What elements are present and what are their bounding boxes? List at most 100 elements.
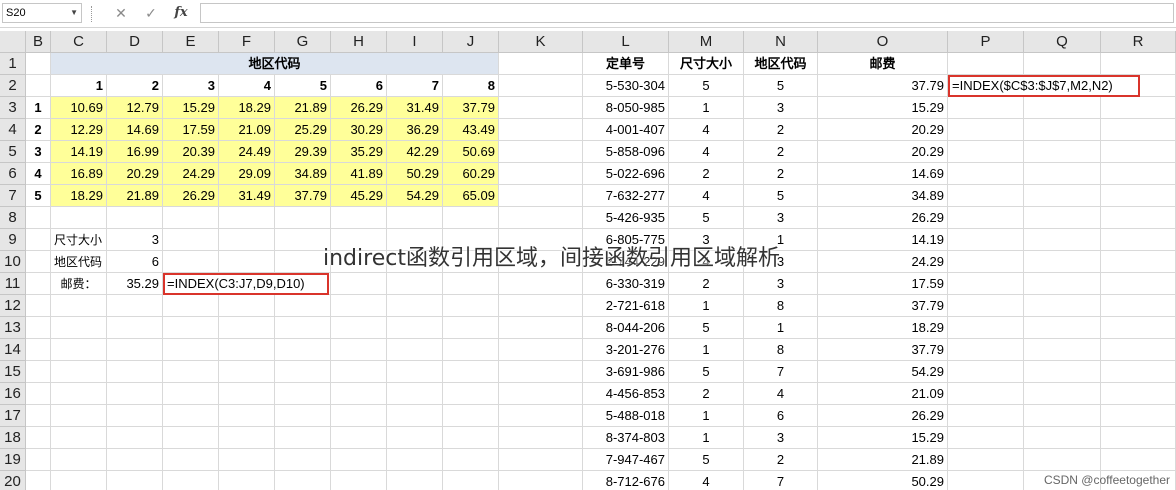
row-header-19[interactable]: 19	[0, 449, 26, 471]
cell[interactable]	[1024, 427, 1101, 449]
cell[interactable]	[1024, 361, 1101, 383]
cell[interactable]	[443, 317, 499, 339]
rate-cell[interactable]: 30.29	[331, 119, 387, 141]
cell[interactable]	[26, 427, 51, 449]
cell[interactable]	[1024, 229, 1101, 251]
order-size[interactable]: 4	[669, 119, 744, 141]
cell[interactable]	[331, 317, 387, 339]
cell[interactable]	[1024, 119, 1101, 141]
cell[interactable]	[948, 97, 1024, 119]
order-size[interactable]: 5	[669, 361, 744, 383]
cell[interactable]	[331, 405, 387, 427]
order-postage[interactable]: 50.29	[818, 471, 948, 490]
rate-cell[interactable]: 21.89	[275, 97, 331, 119]
cell[interactable]	[1024, 53, 1101, 75]
select-all-corner[interactable]	[0, 31, 26, 53]
order-size[interactable]: 1	[669, 97, 744, 119]
cell[interactable]	[948, 383, 1024, 405]
cell[interactable]	[948, 119, 1024, 141]
cell[interactable]	[219, 317, 275, 339]
rate-cell[interactable]: 26.29	[331, 97, 387, 119]
cell[interactable]	[275, 471, 331, 490]
cell[interactable]	[107, 449, 163, 471]
cell[interactable]	[499, 97, 583, 119]
rate-cell[interactable]: 65.09	[443, 185, 499, 207]
cell[interactable]	[948, 207, 1024, 229]
row-header-5[interactable]: 5	[0, 141, 26, 163]
cell[interactable]	[948, 251, 1024, 273]
rate-cell[interactable]: 36.29	[387, 119, 443, 141]
order-number[interactable]: 7-632-277	[583, 185, 669, 207]
cell[interactable]	[948, 317, 1024, 339]
order-postage[interactable]: 26.29	[818, 207, 948, 229]
column-header-b[interactable]: B	[26, 31, 51, 53]
cell[interactable]	[163, 471, 219, 490]
rate-cell[interactable]: 14.19	[51, 141, 107, 163]
cell[interactable]	[499, 383, 583, 405]
cell[interactable]	[1101, 383, 1176, 405]
cell[interactable]	[107, 339, 163, 361]
cell[interactable]	[163, 251, 219, 273]
cell[interactable]	[1101, 295, 1176, 317]
cell[interactable]	[499, 295, 583, 317]
cell[interactable]	[51, 449, 107, 471]
cell[interactable]	[26, 229, 51, 251]
cell[interactable]	[1024, 339, 1101, 361]
cell[interactable]	[26, 361, 51, 383]
cell[interactable]	[948, 163, 1024, 185]
column-header-p[interactable]: P	[948, 31, 1024, 53]
rate-cell[interactable]: 45.29	[331, 185, 387, 207]
cell[interactable]	[499, 119, 583, 141]
cell[interactable]	[443, 339, 499, 361]
cell[interactable]	[331, 383, 387, 405]
order-postage[interactable]: 37.79	[818, 339, 948, 361]
cell[interactable]	[219, 361, 275, 383]
cell[interactable]	[107, 405, 163, 427]
row-header-7[interactable]: 7	[0, 185, 26, 207]
order-postage[interactable]: 26.29	[818, 405, 948, 427]
order-zone[interactable]: 4	[744, 383, 818, 405]
row-header-17[interactable]: 17	[0, 405, 26, 427]
cell[interactable]	[499, 449, 583, 471]
cell[interactable]	[26, 207, 51, 229]
rate-cell[interactable]: 31.49	[219, 185, 275, 207]
rate-cell[interactable]: 50.29	[387, 163, 443, 185]
cell[interactable]	[26, 295, 51, 317]
cell[interactable]	[163, 383, 219, 405]
cell[interactable]	[51, 383, 107, 405]
cell[interactable]	[331, 207, 387, 229]
order-postage[interactable]: 14.19	[818, 229, 948, 251]
order-postage[interactable]: 34.89	[818, 185, 948, 207]
order-number[interactable]: 3-201-276	[583, 339, 669, 361]
order-zone[interactable]: 2	[744, 163, 818, 185]
cell[interactable]	[163, 339, 219, 361]
cell[interactable]	[1101, 405, 1176, 427]
rate-cell[interactable]: 20.29	[107, 163, 163, 185]
row-header-1[interactable]: 1	[0, 53, 26, 75]
cell[interactable]	[51, 207, 107, 229]
lookup-zone-value[interactable]: 6	[107, 251, 163, 273]
cell[interactable]	[275, 405, 331, 427]
cell[interactable]	[948, 405, 1024, 427]
cell[interactable]	[1101, 229, 1176, 251]
cell[interactable]	[275, 427, 331, 449]
cell[interactable]	[107, 427, 163, 449]
cell[interactable]	[1101, 141, 1176, 163]
row-header-4[interactable]: 4	[0, 119, 26, 141]
order-number[interactable]: 4-456-853	[583, 383, 669, 405]
rate-cell[interactable]: 26.29	[163, 185, 219, 207]
cell[interactable]	[1024, 405, 1101, 427]
cell[interactable]	[51, 361, 107, 383]
cell[interactable]	[331, 471, 387, 490]
cell[interactable]	[107, 383, 163, 405]
cell[interactable]	[275, 339, 331, 361]
cell[interactable]	[443, 361, 499, 383]
row-header-15[interactable]: 15	[0, 361, 26, 383]
cell[interactable]	[499, 53, 583, 75]
rate-cell[interactable]: 34.89	[275, 163, 331, 185]
rate-cell[interactable]: 24.29	[163, 163, 219, 185]
cell[interactable]	[26, 471, 51, 490]
order-size[interactable]: 4	[669, 471, 744, 490]
cell[interactable]	[948, 295, 1024, 317]
cell[interactable]	[51, 317, 107, 339]
